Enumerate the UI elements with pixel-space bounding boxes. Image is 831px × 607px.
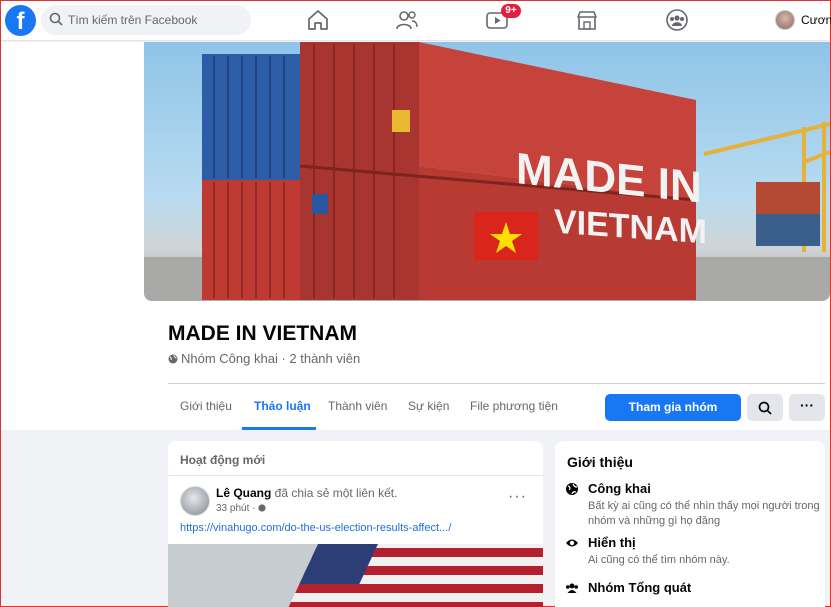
- post-timestamp[interactable]: 33 phút ·: [216, 503, 266, 514]
- divider: [168, 383, 825, 384]
- tab-events[interactable]: Sự kiện: [408, 399, 449, 413]
- marketplace-icon[interactable]: [575, 9, 599, 31]
- cover-illustration: MADE IN VIETNAM: [144, 42, 830, 301]
- tab-discussion[interactable]: Thảo luận: [254, 399, 311, 413]
- globe-icon: [258, 504, 266, 512]
- post-author-line: Lê Quang đã chia sẻ một liên kết.: [216, 486, 397, 500]
- group-privacy-line: Nhóm Công khai · 2 thành viên: [168, 351, 360, 366]
- about-general-group: Nhóm Tổng quát: [565, 580, 820, 600]
- active-tab-indicator: [242, 427, 316, 430]
- group-title: MADE IN VIETNAM: [168, 322, 357, 345]
- home-icon[interactable]: [306, 9, 330, 31]
- post-action-text: đã chia sẻ một liên kết.: [271, 486, 398, 500]
- people-icon: [566, 583, 578, 593]
- top-navigation-bar: f Tìm kiếm trên Facebook 9+ Cương: [1, 1, 831, 41]
- about-visible-title: Hiển thị: [588, 535, 636, 550]
- search-icon: [758, 401, 772, 415]
- about-visible-desc: Ai cũng có thể tìm nhóm này.: [588, 554, 730, 566]
- feed-section-label: Hoạt động mới: [180, 453, 266, 467]
- join-group-button[interactable]: Tham gia nhóm: [605, 394, 741, 421]
- post-time-text: 33 phút ·: [216, 503, 259, 514]
- us-flag-illustration: [168, 544, 543, 607]
- post-author-name[interactable]: Lê Quang: [216, 486, 271, 500]
- about-public: Công khai Bất kỳ ai cũng có thể nhìn thấ…: [565, 481, 820, 527]
- avatar: [775, 10, 795, 30]
- about-card: Giới thiệu Công khai Bất kỳ ai cũng có t…: [555, 441, 825, 607]
- more-options-button[interactable]: ···: [789, 394, 825, 421]
- feed-column: Hoạt động mới Lê Quang đã chia sẻ một li…: [168, 441, 543, 607]
- tab-members[interactable]: Thành viên: [328, 399, 387, 413]
- profile-name: Cương: [801, 13, 831, 27]
- search-group-button[interactable]: [747, 394, 783, 421]
- search-icon: [49, 12, 63, 26]
- search-input[interactable]: Tìm kiếm trên Facebook: [41, 5, 251, 35]
- tab-about[interactable]: Giới thiệu: [180, 399, 232, 413]
- about-general-title: Nhóm Tổng quát: [588, 580, 692, 595]
- facebook-logo-icon[interactable]: f: [5, 5, 36, 36]
- post-card: Lê Quang đã chia sẻ một liên kết. 33 phú…: [168, 475, 543, 607]
- globe-icon: [168, 354, 178, 364]
- about-visible: Hiển thị Ai cũng có thể tìm nhóm này.: [565, 535, 820, 569]
- notification-badge: 9+: [501, 4, 521, 18]
- post-more-button[interactable]: ···: [508, 488, 527, 506]
- cover-photo: MADE IN VIETNAM: [144, 42, 830, 301]
- group-header: MADE IN VIETNAM MADE IN VIETNAM Nhóm Côn…: [1, 42, 830, 430]
- post-link[interactable]: https://vinahugo.com/do-the-us-election-…: [180, 522, 451, 534]
- about-title: Giới thiệu: [567, 454, 633, 470]
- about-public-desc: Bất kỳ ai cũng có thể nhìn thấy mọi ngườ…: [588, 500, 820, 527]
- post-link-preview-image[interactable]: [168, 544, 543, 607]
- friends-icon[interactable]: [395, 9, 419, 31]
- eye-icon: [566, 539, 578, 547]
- about-public-title: Công khai: [588, 481, 651, 496]
- group-subtitle: Nhóm Công khai · 2 thành viên: [181, 351, 361, 366]
- search-placeholder: Tìm kiếm trên Facebook: [68, 13, 198, 27]
- tab-media[interactable]: File phương tiện: [470, 399, 558, 413]
- groups-icon[interactable]: [665, 9, 689, 31]
- globe-icon: [566, 483, 578, 495]
- author-avatar[interactable]: [180, 486, 210, 516]
